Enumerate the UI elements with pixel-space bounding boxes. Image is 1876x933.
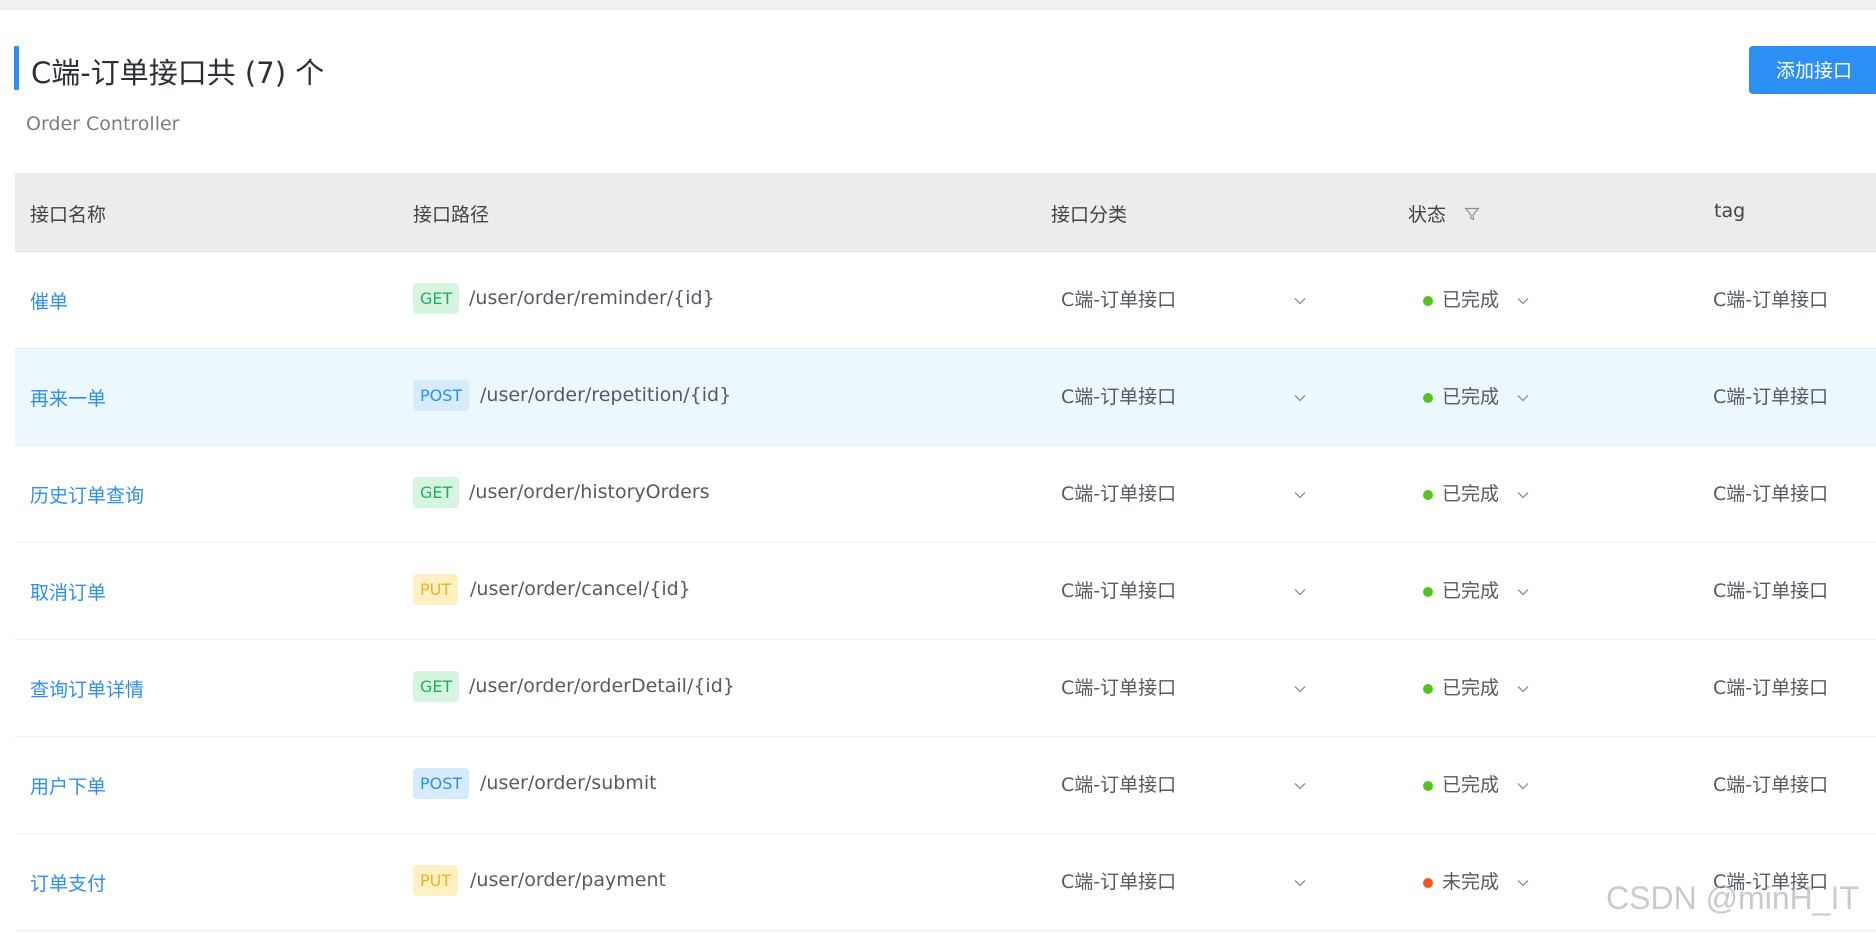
status-dot	[1423, 296, 1433, 306]
tag-text: C端-订单接口	[1713, 677, 1829, 699]
tag-text: C端-订单接口	[1713, 774, 1829, 796]
table-row[interactable]: 历史订单查询 GET /user/order/historyOrders C端-…	[15, 446, 1876, 543]
category-select[interactable]: C端-订单接口	[1061, 479, 1176, 506]
add-api-button[interactable]: 添加接口	[1749, 46, 1876, 94]
method-badge: POST	[413, 380, 470, 411]
category-select[interactable]: C端-订单接口	[1061, 673, 1176, 700]
api-path: /user/order/submit	[480, 772, 657, 794]
api-table: 接口名称 接口路径 接口分类 状态 tag 催单 GET /user/order…	[15, 173, 1876, 931]
page-subtitle: Order Controller	[26, 113, 180, 135]
table-row[interactable]: 订单支付 PUT /user/order/payment C端-订单接口 未完成…	[15, 834, 1876, 931]
api-name-link[interactable]: 再来一单	[30, 384, 106, 411]
status-select[interactable]: 已完成	[1442, 576, 1499, 603]
filter-icon[interactable]	[1464, 205, 1480, 227]
header-category: 接口分类	[1051, 204, 1128, 226]
status-select[interactable]: 未完成	[1442, 867, 1499, 894]
top-strip	[0, 0, 1876, 10]
status-chevron-down-icon[interactable]	[1516, 584, 1530, 598]
status-dot	[1423, 781, 1433, 791]
method-badge: GET	[413, 283, 460, 314]
category-chevron-down-icon[interactable]	[1293, 390, 1307, 404]
header-name: 接口名称	[30, 204, 107, 226]
category-chevron-down-icon[interactable]	[1293, 778, 1307, 792]
category-chevron-down-icon[interactable]	[1293, 293, 1307, 307]
category-select[interactable]: C端-订单接口	[1061, 382, 1176, 409]
category-select[interactable]: C端-订单接口	[1061, 770, 1176, 797]
status-select[interactable]: 已完成	[1442, 673, 1499, 700]
api-name-link[interactable]: 用户下单	[30, 772, 106, 799]
table-row[interactable]: 取消订单 PUT /user/order/cancel/{id} C端-订单接口…	[15, 543, 1876, 640]
table-row[interactable]: 查询订单详情 GET /user/order/orderDetail/{id} …	[15, 640, 1876, 737]
table-row[interactable]: 催单 GET /user/order/reminder/{id} C端-订单接口…	[15, 252, 1876, 349]
page-title: C端-订单接口共 (7) 个	[31, 56, 325, 90]
api-name-link[interactable]: 历史订单查询	[30, 481, 144, 508]
status-chevron-down-icon[interactable]	[1516, 681, 1530, 695]
method-badge: GET	[413, 477, 460, 508]
watermark-text: CSDN @minH_IT	[1606, 880, 1859, 916]
category-chevron-down-icon[interactable]	[1293, 681, 1307, 695]
status-chevron-down-icon[interactable]	[1516, 487, 1530, 501]
category-chevron-down-icon[interactable]	[1293, 584, 1307, 598]
header-status: 状态	[1408, 200, 1480, 227]
status-dot	[1423, 878, 1433, 888]
method-badge: POST	[413, 768, 470, 799]
table-header: 接口名称 接口路径 接口分类 状态 tag	[15, 173, 1876, 252]
category-chevron-down-icon[interactable]	[1293, 875, 1307, 889]
method-badge: PUT	[413, 865, 459, 896]
header-status-label: 状态	[1408, 204, 1447, 226]
method-badge: GET	[413, 671, 460, 702]
page-header: C端-订单接口共 (7) 个	[14, 46, 1876, 90]
tag-text: C端-订单接口	[1713, 580, 1829, 602]
api-path: /user/order/cancel/{id}	[470, 578, 691, 600]
api-path: /user/order/payment	[470, 869, 666, 891]
api-name-link[interactable]: 订单支付	[30, 869, 106, 896]
api-path: /user/order/orderDetail/{id}	[469, 675, 735, 697]
status-select[interactable]: 已完成	[1442, 382, 1499, 409]
header-path: 接口路径	[413, 204, 490, 226]
title-accent-bar	[14, 46, 19, 90]
status-select[interactable]: 已完成	[1442, 285, 1499, 312]
api-path: /user/order/historyOrders	[469, 481, 710, 503]
api-name-link[interactable]: 取消订单	[30, 578, 106, 605]
status-chevron-down-icon[interactable]	[1516, 293, 1530, 307]
header-tag: tag	[1714, 200, 1746, 222]
tag-text: C端-订单接口	[1713, 386, 1829, 408]
table-body: 催单 GET /user/order/reminder/{id} C端-订单接口…	[15, 252, 1876, 931]
status-dot	[1423, 490, 1433, 500]
table-row[interactable]: 再来一单 POST /user/order/repetition/{id} C端…	[15, 349, 1876, 446]
api-path: /user/order/repetition/{id}	[480, 384, 732, 406]
table-row[interactable]: 用户下单 POST /user/order/submit C端-订单接口 已完成…	[15, 737, 1876, 834]
status-chevron-down-icon[interactable]	[1516, 875, 1530, 889]
method-badge: PUT	[413, 574, 459, 605]
category-select[interactable]: C端-订单接口	[1061, 867, 1176, 894]
api-name-link[interactable]: 查询订单详情	[30, 675, 144, 702]
status-dot	[1423, 393, 1433, 403]
api-path: /user/order/reminder/{id}	[469, 287, 715, 309]
category-select[interactable]: C端-订单接口	[1061, 576, 1176, 603]
tag-text: C端-订单接口	[1713, 483, 1829, 505]
tag-text: C端-订单接口	[1713, 289, 1829, 311]
category-chevron-down-icon[interactable]	[1293, 487, 1307, 501]
status-chevron-down-icon[interactable]	[1516, 390, 1530, 404]
category-select[interactable]: C端-订单接口	[1061, 285, 1176, 312]
status-chevron-down-icon[interactable]	[1516, 778, 1530, 792]
api-name-link[interactable]: 催单	[30, 287, 68, 314]
status-select[interactable]: 已完成	[1442, 479, 1499, 506]
status-dot	[1423, 587, 1433, 597]
status-dot	[1423, 684, 1433, 694]
status-select[interactable]: 已完成	[1442, 770, 1499, 797]
